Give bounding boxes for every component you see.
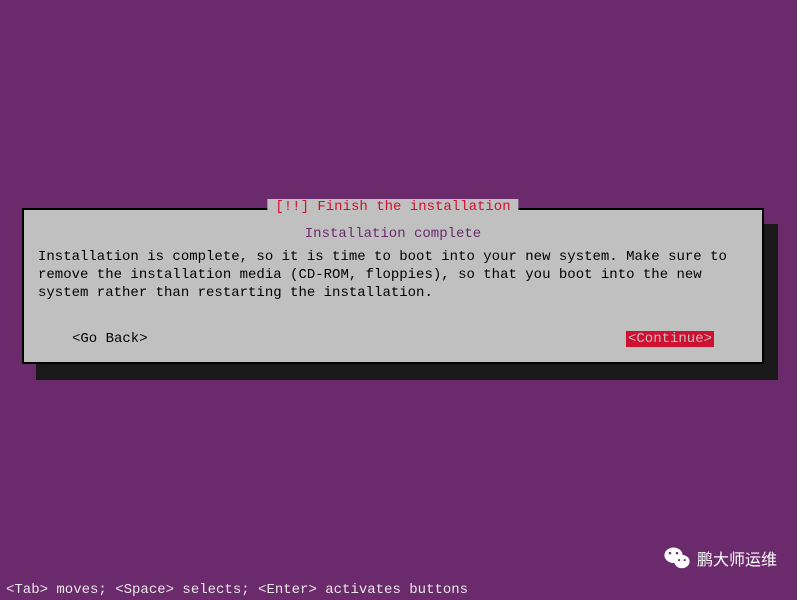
footer-help-text: <Tab> moves; <Space> selects; <Enter> ac… [6, 582, 468, 598]
installation-dialog: [!!] Finish the installation Installatio… [22, 208, 764, 364]
dialog-title: [!!] Finish the installation [267, 199, 518, 215]
watermark-text: 鹏大师运维 [697, 546, 777, 570]
footer-help-bar: <Tab> moves; <Space> selects; <Enter> ac… [0, 578, 797, 600]
dialog-body-text: Installation is complete, so it is time … [24, 248, 762, 303]
wechat-watermark: 鹏大师运维 [663, 544, 777, 572]
go-back-button[interactable]: <Go Back> [72, 331, 148, 347]
continue-button[interactable]: <Continue> [626, 331, 714, 347]
dialog-button-row: <Go Back> <Continue> [24, 331, 762, 347]
dialog-subtitle: Installation complete [24, 226, 762, 242]
wechat-icon [663, 544, 691, 572]
